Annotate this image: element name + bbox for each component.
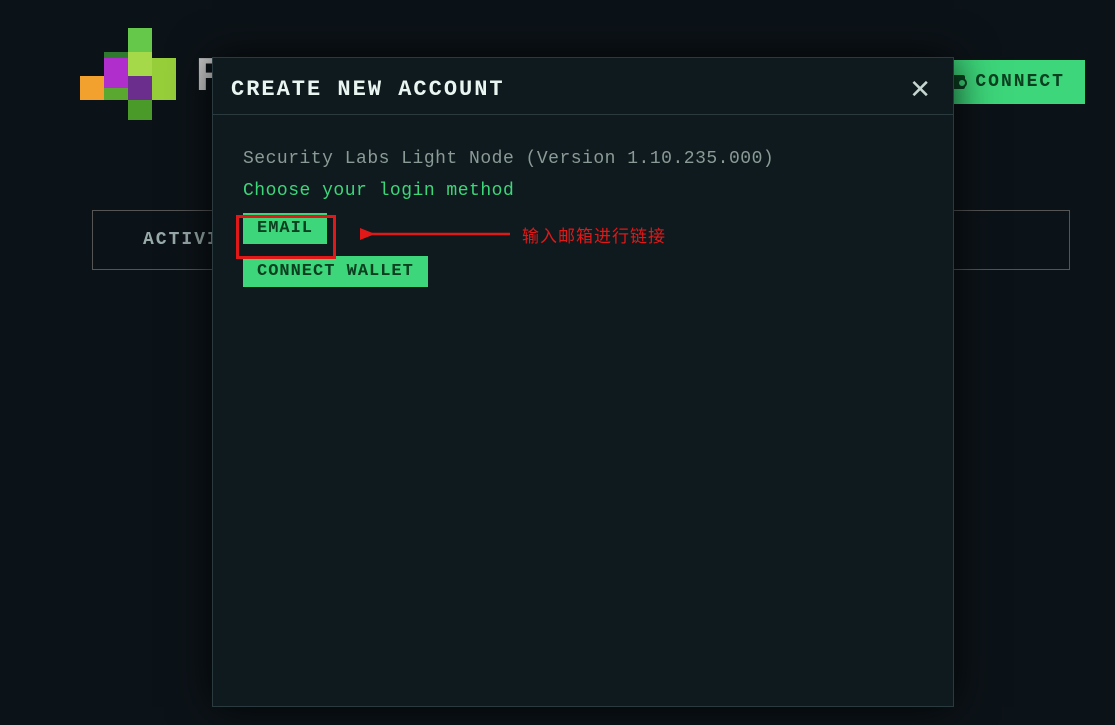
login-method-prompt: Choose your login method: [243, 181, 923, 201]
app-logo: [80, 28, 180, 128]
annotation-text: 输入邮箱进行链接: [522, 222, 666, 247]
connect-wallet-button[interactable]: CONNECT WALLET: [243, 256, 428, 287]
create-account-modal: CREATE NEW ACCOUNT ✕ Security Labs Light…: [212, 57, 954, 707]
close-button[interactable]: ✕: [909, 76, 931, 102]
version-text: Security Labs Light Node (Version 1.10.2…: [243, 149, 923, 169]
close-icon: ✕: [909, 74, 931, 104]
email-button[interactable]: EMAIL: [243, 213, 327, 244]
modal-header: CREATE NEW ACCOUNT ✕: [213, 58, 953, 115]
modal-title: CREATE NEW ACCOUNT: [231, 77, 505, 102]
connect-label: CONNECT: [975, 72, 1065, 92]
modal-body: Security Labs Light Node (Version 1.10.2…: [213, 115, 953, 321]
tab-activity[interactable]: ACTIVI: [143, 230, 220, 250]
